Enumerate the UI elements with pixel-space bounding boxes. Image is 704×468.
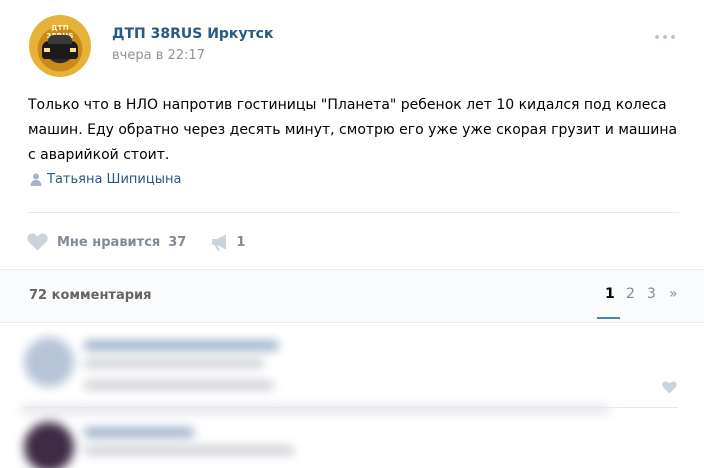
comment-text-line <box>84 446 294 455</box>
post-divider <box>28 212 679 213</box>
like-count: 37 <box>168 234 187 250</box>
comment-blurred[interactable] <box>0 412 704 468</box>
page-3-link[interactable]: 3 <box>647 286 656 302</box>
like-label: Мне нравится <box>57 234 161 250</box>
page-1-link[interactable]: 1 <box>605 286 615 302</box>
comment-text-line <box>84 359 264 368</box>
avatar-car-lights <box>44 48 76 52</box>
author-name: Татьяна Шипицына <box>47 171 182 187</box>
comment-divider <box>26 407 678 408</box>
more-dots-icon[interactable] <box>653 33 677 41</box>
next-page-link[interactable]: » <box>669 286 678 302</box>
comment-avatar <box>24 337 74 387</box>
active-page-underline <box>597 317 620 319</box>
comment-like-icon[interactable] <box>662 381 677 394</box>
share-button[interactable]: 1 <box>211 234 245 251</box>
comments-header: 72 комментария 1 2 3 » <box>0 270 704 322</box>
comment-blurred[interactable] <box>0 325 704 415</box>
post-card: ДТП 38RUS ДТП 38RUS Иркутск вчера в 22:1… <box>0 0 704 468</box>
page-2-link[interactable]: 2 <box>626 286 635 302</box>
share-count: 1 <box>236 234 246 250</box>
group-avatar[interactable]: ДТП 38RUS <box>29 15 91 77</box>
post-author[interactable]: Татьяна Шипицына <box>30 169 181 189</box>
comments-divider <box>0 322 704 323</box>
group-name-link[interactable]: ДТП 38RUS Иркутск <box>112 26 273 42</box>
like-button[interactable]: Мне нравится 37 <box>27 233 186 251</box>
post-date[interactable]: вчера в 22:17 <box>112 48 205 63</box>
post-text: Только что в НЛО напротив гостиницы "Пла… <box>28 97 678 163</box>
person-icon <box>30 173 42 186</box>
comment-avatar <box>24 422 74 468</box>
heart-icon <box>27 233 48 251</box>
comment-author <box>84 428 194 437</box>
avatar-logo-text: ДТП 38RUS <box>46 24 73 40</box>
post-actions: Мне нравится 37 1 <box>27 231 245 253</box>
comment-text-line <box>84 381 274 390</box>
comment-author <box>84 341 279 350</box>
comments-count: 72 комментария <box>29 288 152 303</box>
megaphone-icon <box>212 234 227 250</box>
